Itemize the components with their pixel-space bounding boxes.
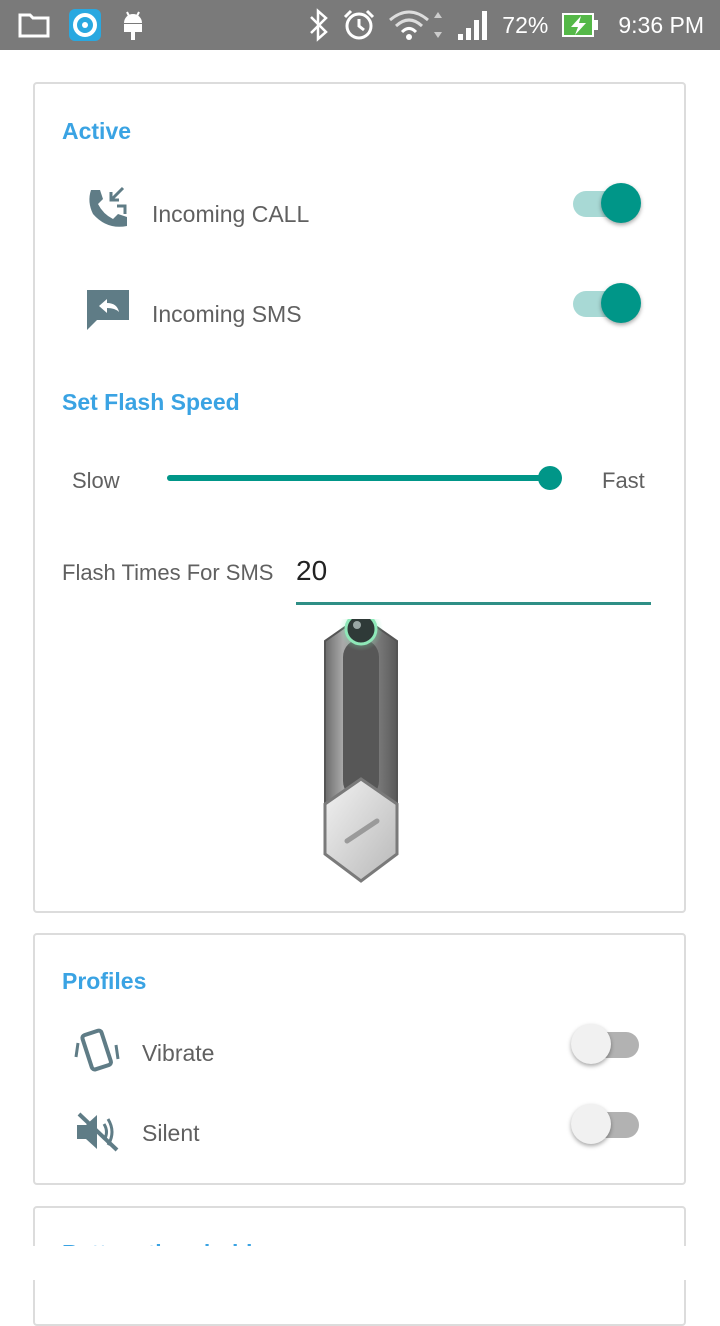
- wifi-icon: [389, 10, 443, 40]
- flash-times-input[interactable]: [296, 547, 651, 605]
- app-icon: [69, 9, 101, 41]
- toggle-thumb: [601, 283, 641, 323]
- incoming-sms-label: Incoming SMS: [152, 301, 302, 327]
- toggle-thumb: [571, 1024, 611, 1064]
- active-card: Active Incoming CALL Incoming SMS Set Fl…: [33, 82, 686, 913]
- vibrate-label: Vibrate: [142, 1040, 215, 1066]
- slider-fill: [167, 475, 550, 481]
- slider-thumb[interactable]: [538, 466, 562, 490]
- slider-fast-label: Fast: [602, 468, 645, 493]
- slider-slow-label: Slow: [72, 468, 120, 493]
- toggle-thumb: [571, 1104, 611, 1144]
- incoming-call-label: Incoming CALL: [152, 201, 310, 227]
- vibrate-toggle[interactable]: [571, 1022, 643, 1066]
- flash-times-label: Flash Times For SMS: [62, 560, 274, 585]
- android-icon: [124, 11, 142, 40]
- signal-icon: [458, 11, 488, 40]
- flashlight-device-icon[interactable]: [297, 619, 427, 894]
- incoming-call-toggle[interactable]: [571, 181, 643, 225]
- sms-reply-icon: [87, 290, 129, 330]
- folder-icon: [18, 13, 50, 38]
- vibrate-icon: [74, 1028, 120, 1072]
- bluetooth-icon: [310, 8, 329, 42]
- battery-percent: 72%: [502, 11, 549, 38]
- section-title-active: Active: [62, 118, 132, 144]
- silent-toggle[interactable]: [571, 1102, 643, 1146]
- silent-label: Silent: [142, 1120, 200, 1146]
- profiles-card: Profiles Vibrate Silent: [33, 933, 686, 1185]
- section-title-profiles: Profiles: [62, 968, 147, 994]
- phone-callback-icon: [89, 186, 127, 227]
- volume-off-icon: [77, 1112, 119, 1152]
- battery-charging-icon: [562, 13, 599, 37]
- flash-speed-slider[interactable]: [167, 466, 562, 490]
- status-bar: 72% 9:36 PM: [0, 0, 720, 50]
- incoming-sms-toggle[interactable]: [571, 281, 643, 325]
- alarm-icon: [344, 9, 375, 40]
- toggle-thumb: [601, 183, 641, 223]
- clock: 9:36 PM: [618, 11, 704, 38]
- section-title-flash-speed: Set Flash Speed: [62, 389, 240, 415]
- bottom-cutoff: [0, 1246, 720, 1280]
